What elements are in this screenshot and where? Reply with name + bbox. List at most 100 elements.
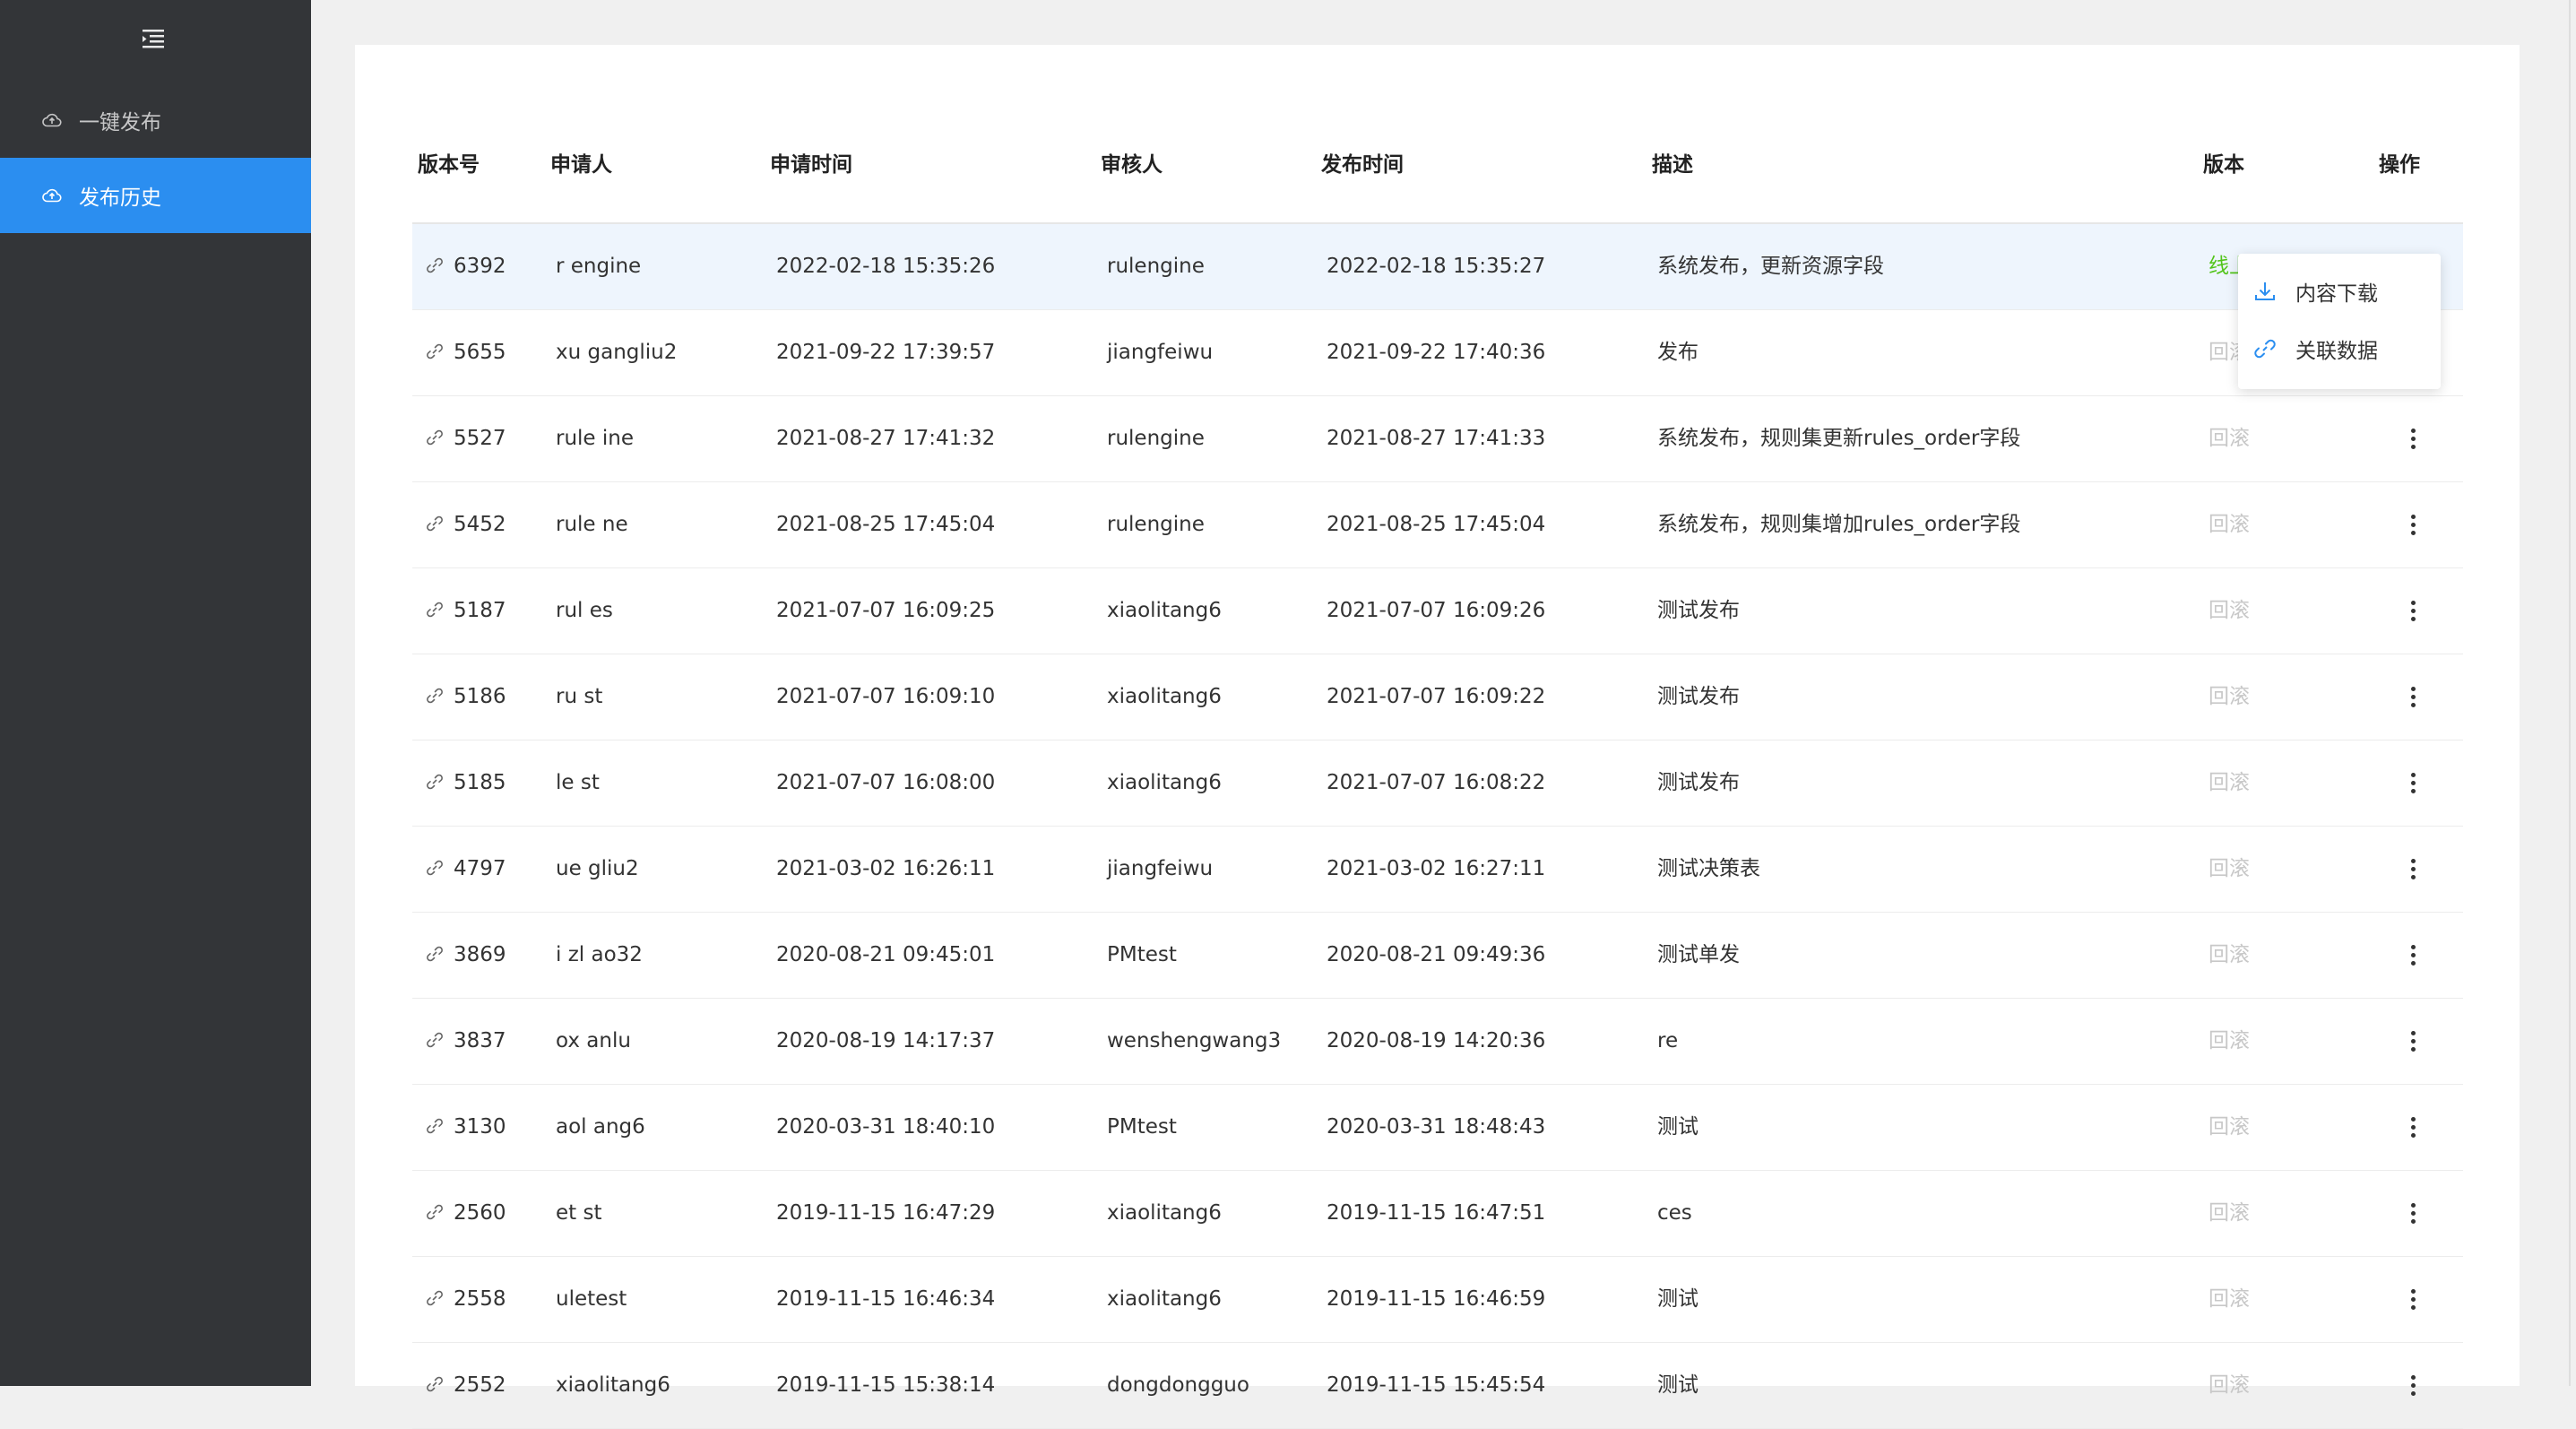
apply-time-cell: 2021-03-02 16:26:11 xyxy=(776,857,996,880)
link-icon xyxy=(427,688,443,703)
sidebar-item-label: 发布历史 xyxy=(79,186,161,210)
applicant-cell: aol ang6 xyxy=(556,1115,645,1139)
link-icon xyxy=(427,515,443,531)
version-id-link[interactable]: 5527 xyxy=(425,396,506,481)
column-header-reviewer: 审核人 xyxy=(1101,153,1163,177)
more-actions-icon[interactable] xyxy=(2402,1257,2424,1342)
reviewer-cell: xiaolitang6 xyxy=(1107,1287,1222,1311)
reviewer-cell: wenshengwang3 xyxy=(1107,1029,1282,1052)
version-id: 3869 xyxy=(454,943,506,966)
table-row: 5452 rule ne 2021-08-25 17:45:04 rulengine 2… xyxy=(412,482,2463,568)
publish-time-cell: 2020-08-21 09:49:36 xyxy=(1327,943,1546,966)
scrollbar[interactable] xyxy=(2569,0,2571,1386)
version-id-link[interactable]: 2560 xyxy=(425,1171,506,1256)
column-header-version-id: 版本号 xyxy=(418,153,480,177)
download-content-menu-item[interactable]: 内容下载 xyxy=(2238,263,2441,320)
apply-time-cell: 2021-07-07 16:08:00 xyxy=(776,771,996,794)
applicant-cell: le st xyxy=(556,771,600,794)
rollback-button[interactable]: 回滚 xyxy=(2209,1257,2250,1342)
description-cell: 测试决策表 xyxy=(1657,857,1760,880)
rollback-button[interactable]: 回滚 xyxy=(2209,913,2250,998)
link-icon xyxy=(427,774,443,789)
description-cell: 测试发布 xyxy=(1657,599,1740,622)
reviewer-cell: rulengine xyxy=(1107,427,1205,450)
more-actions-icon[interactable] xyxy=(2402,1171,2424,1256)
publish-time-cell: 2020-08-19 14:20:36 xyxy=(1327,1029,1546,1052)
sidebar-item-publish[interactable]: 一键发布 xyxy=(0,82,311,158)
version-id-link[interactable]: 2558 xyxy=(425,1257,506,1342)
table-row: 3837 ox anlu 2020-08-19 14:17:37 wenshengwa… xyxy=(412,999,2463,1085)
rollback-button[interactable]: 回滚 xyxy=(2209,568,2250,654)
menu-item-label: 关联数据 xyxy=(2295,340,2378,363)
link-icon xyxy=(427,257,443,273)
sidebar: 一键发布 发布历史 xyxy=(0,0,311,1386)
link-icon xyxy=(427,860,443,875)
rollback-button[interactable]: 回滚 xyxy=(2209,1171,2250,1256)
more-actions-icon[interactable] xyxy=(2402,827,2424,912)
version-id-link[interactable]: 6392 xyxy=(425,224,506,309)
rollback-button[interactable]: 回滚 xyxy=(2209,1085,2250,1170)
more-actions-icon[interactable] xyxy=(2402,913,2424,998)
version-id-link[interactable]: 3130 xyxy=(425,1085,506,1170)
link-icon xyxy=(427,1290,443,1305)
column-header-version: 版本 xyxy=(2203,153,2244,177)
version-id-link[interactable]: 5187 xyxy=(425,568,506,654)
rollback-button[interactable]: 回滚 xyxy=(2209,654,2250,740)
version-id-link[interactable]: 4797 xyxy=(425,827,506,912)
publish-time-cell: 2020-03-31 18:48:43 xyxy=(1327,1115,1546,1139)
description-cell: 系统发布，更新资源字段 xyxy=(1657,255,1884,278)
version-id-link[interactable]: 5655 xyxy=(425,310,506,395)
link-icon xyxy=(427,1032,443,1047)
publish-time-cell: 2021-08-25 17:45:04 xyxy=(1327,513,1546,536)
table-row: 3130 aol ang6 2020-03-31 18:40:10 PMtest 202… xyxy=(412,1085,2463,1171)
more-actions-icon[interactable] xyxy=(2402,396,2424,481)
link-icon xyxy=(427,1204,443,1219)
rollback-button[interactable]: 回滚 xyxy=(2209,396,2250,481)
rollback-button[interactable]: 回滚 xyxy=(2209,999,2250,1084)
apply-time-cell: 2020-03-31 18:40:10 xyxy=(776,1115,996,1139)
more-actions-icon[interactable] xyxy=(2402,999,2424,1084)
apply-time-cell: 2021-07-07 16:09:25 xyxy=(776,599,996,622)
applicant-cell: uletest xyxy=(556,1287,627,1311)
version-id: 5186 xyxy=(454,685,506,708)
link-icon xyxy=(427,1376,443,1391)
version-id-link[interactable]: 5186 xyxy=(425,654,506,740)
version-id: 4797 xyxy=(454,857,506,880)
description-cell: 测试 xyxy=(1657,1287,1699,1311)
reviewer-cell: jiangfeiwu xyxy=(1107,341,1214,364)
version-id-link[interactable]: 3837 xyxy=(425,999,506,1084)
link-icon xyxy=(427,429,443,445)
table-row: 2560 et st 2019-11-15 16:47:29 xiaolitang6 2… xyxy=(412,1171,2463,1257)
description-cell: re xyxy=(1657,1029,1679,1052)
cloud-upload-icon xyxy=(42,113,62,127)
publish-time-cell: 2019-11-15 16:47:51 xyxy=(1327,1201,1546,1225)
version-id-link[interactable]: 3869 xyxy=(425,913,506,998)
description-cell: 测试发布 xyxy=(1657,685,1740,708)
publish-time-cell: 2021-07-07 16:09:26 xyxy=(1327,599,1546,622)
applicant-cell: et st xyxy=(556,1201,602,1225)
version-id-link[interactable]: 5452 xyxy=(425,482,506,567)
description-cell: 发布 xyxy=(1657,341,1699,364)
publish-time-cell: 2021-07-07 16:08:22 xyxy=(1327,771,1546,794)
apply-time-cell: 2020-08-19 14:17:37 xyxy=(776,1029,996,1052)
version-id: 3837 xyxy=(454,1029,506,1052)
version-id-link[interactable]: 5185 xyxy=(425,740,506,826)
version-id: 3130 xyxy=(454,1115,506,1139)
sidebar-item-history[interactable]: 发布历史 xyxy=(0,158,311,233)
more-actions-icon[interactable] xyxy=(2402,1085,2424,1170)
description-cell: 测试发布 xyxy=(1657,771,1740,794)
table-row: 4797 ue gliu2 2021-03-02 16:26:11 jiangfeiw… xyxy=(412,827,2463,913)
reviewer-cell: rulengine xyxy=(1107,255,1205,278)
rollback-button[interactable]: 回滚 xyxy=(2209,740,2250,826)
rollback-button[interactable]: 回滚 xyxy=(2209,827,2250,912)
related-data-menu-item[interactable]: 关联数据 xyxy=(2238,320,2441,377)
more-actions-icon[interactable] xyxy=(2402,568,2424,654)
more-actions-icon[interactable] xyxy=(2402,654,2424,740)
menu-fold-icon[interactable] xyxy=(140,25,167,52)
rollback-button[interactable]: 回滚 xyxy=(2209,482,2250,567)
table-row: 5655 xu gangliu2 2021-09-22 17:39:57 jiangf… xyxy=(412,310,2463,396)
apply-time-cell: 2019-11-15 16:46:34 xyxy=(776,1287,996,1311)
more-actions-icon[interactable] xyxy=(2402,740,2424,826)
link-icon xyxy=(427,1118,443,1133)
more-actions-icon[interactable] xyxy=(2402,482,2424,567)
